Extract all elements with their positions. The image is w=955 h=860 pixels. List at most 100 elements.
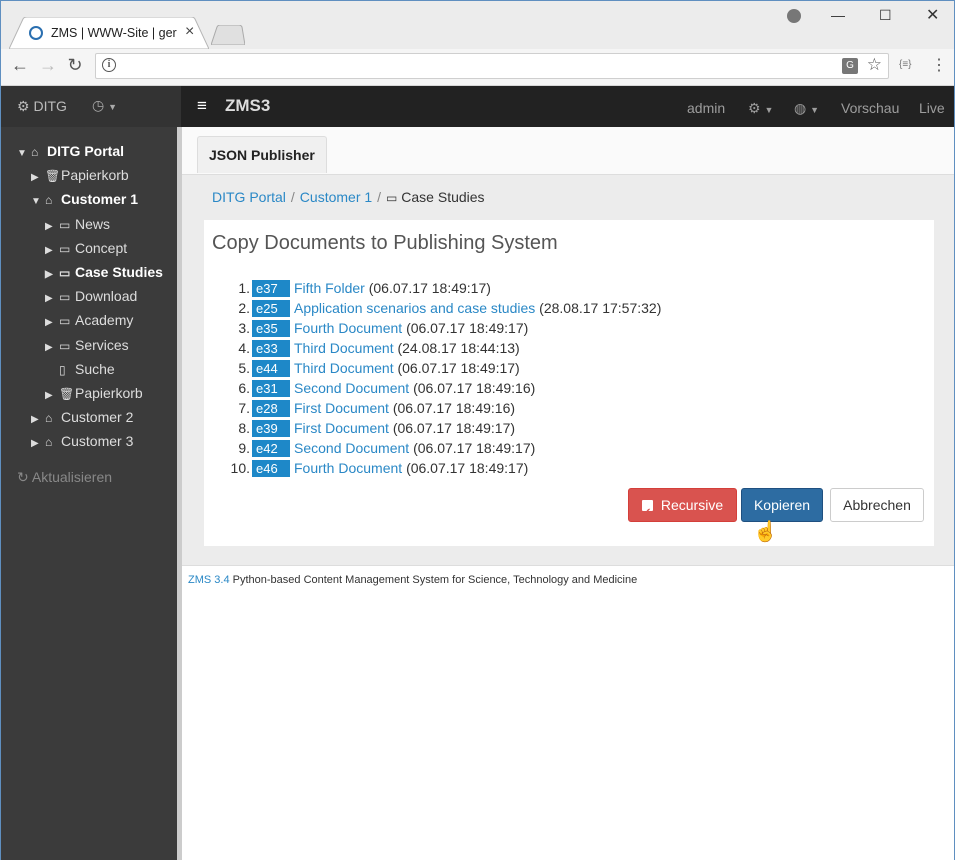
extension-icon[interactable]: {≡}	[899, 59, 912, 70]
document-date: (06.07.17 18:49:17)	[413, 440, 536, 456]
caret-right-icon[interactable]: ▶	[45, 221, 59, 232]
address-bar[interactable]: i G ☆	[95, 53, 889, 79]
bookmark-star-icon[interactable]: ☆	[867, 55, 882, 75]
new-tab-button[interactable]	[211, 25, 245, 45]
preview-link[interactable]: Vorschau	[841, 100, 899, 116]
tab-title: ZMS | WWW-Site | ger	[51, 26, 177, 40]
footer-text: ZMS 3.4 Python-based Content Management …	[188, 574, 637, 586]
caret-down-icon[interactable]: ▼	[31, 196, 45, 207]
document-link[interactable]: Second Document	[294, 380, 409, 396]
close-tab-icon[interactable]: ×	[185, 23, 194, 41]
recursive-toggle-button[interactable]: Recursive	[628, 488, 737, 529]
caret-down-icon: ▼	[764, 105, 774, 115]
title-bar: ZMS | WWW-Site | ger × — ☐ ✕	[1, 1, 954, 49]
document-link[interactable]: Fourth Document	[294, 460, 402, 476]
folder-icon: ▭	[59, 339, 71, 353]
caret-right-icon[interactable]: ▶	[45, 317, 59, 328]
list-item: 2. e25 Application scenarios and case stud…	[224, 300, 661, 320]
document-link[interactable]: Application scenarios and case studies	[294, 300, 535, 316]
breadcrumb-parent-link[interactable]: Customer 1	[300, 189, 372, 205]
caret-right-icon[interactable]: ▶	[45, 342, 59, 353]
zms-favicon-icon	[29, 26, 43, 40]
caret-right-icon[interactable]: ▶	[31, 414, 45, 425]
site-brand[interactable]: ⚙ DITG	[17, 98, 67, 115]
tree-item-label: Customer 3	[61, 433, 134, 449]
cancel-button[interactable]: Abbrechen	[830, 488, 924, 522]
caret-right-icon[interactable]: ▶	[45, 390, 59, 401]
id-badge: e33	[252, 340, 290, 357]
clock-icon: ◷	[92, 97, 105, 113]
refresh-link[interactable]: ↻ Aktualisieren	[17, 469, 112, 486]
document-date: (06.07.17 18:49:17)	[368, 280, 491, 296]
id-badge: e35	[252, 320, 290, 337]
tree-item-ditg-portal[interactable]: ▼ ⌂ DITG Portal	[17, 143, 124, 165]
tree-item-label: Suche	[75, 361, 115, 377]
tree-item-papierkorb-2[interactable]: ▶ 🗑Papierkorb	[45, 385, 143, 407]
hand-pointer-cursor-icon: ☝	[753, 521, 778, 543]
list-item: 9. e42 Second Document (06.07.17 18:49:17)	[224, 440, 661, 460]
document-link[interactable]: First Document	[294, 420, 389, 436]
menu-toggle-icon[interactable]: ≡	[197, 96, 207, 116]
tree-item-case-studies[interactable]: ▶ ▭ Case Studies	[45, 264, 163, 286]
tree-item-customer-3[interactable]: ▶ ⌂ Customer 3	[31, 433, 133, 455]
tree-item-news[interactable]: ▶ ▭ News	[45, 216, 110, 238]
footer-description: Python-based Content Management System f…	[232, 574, 638, 586]
tree-item-customer-2[interactable]: ▶ ⌂ Customer 2	[31, 409, 133, 431]
document-link[interactable]: Third Document	[294, 360, 394, 376]
main-content: JSON Publisher DITG Portal / Customer 1/▭ …	[182, 127, 954, 860]
minimize-icon[interactable]: —	[831, 7, 845, 23]
tree-item-label: Services	[75, 337, 129, 353]
document-link[interactable]: Fourth Document	[294, 320, 402, 336]
language-dropdown[interactable]: ◍ ▼	[794, 100, 819, 117]
folder-icon: ▭	[59, 290, 71, 304]
tree-item-concept[interactable]: ▶ ▭ Concept	[45, 240, 127, 262]
tree-item-papierkorb[interactable]: ▶ 🗑Papierkorb	[31, 167, 129, 189]
caret-right-icon[interactable]: ▶	[45, 269, 59, 280]
caret-down-icon[interactable]: ▼	[17, 148, 31, 159]
back-icon[interactable]: ←	[8, 55, 32, 76]
list-item: 1. e37 Fifth Folder (06.07.17 18:49:17)	[224, 280, 661, 300]
list-item: 7. e28 First Document (06.07.17 18:49:16)	[224, 400, 661, 420]
tree-item-suche[interactable]: ▯ Suche	[59, 361, 115, 383]
tree-item-services[interactable]: ▶ ▭ Services	[45, 337, 129, 359]
document-link[interactable]: First Document	[294, 400, 389, 416]
tab-json-publisher[interactable]: JSON Publisher	[197, 136, 327, 173]
caret-down-icon: ▼	[108, 102, 118, 112]
settings-dropdown[interactable]: ⚙ ▼	[748, 100, 773, 117]
info-icon[interactable]: i	[102, 58, 116, 72]
translate-icon[interactable]: G	[842, 58, 858, 74]
copy-button[interactable]: Kopieren	[741, 488, 823, 522]
footer: ZMS 3.4 Python-based Content Management …	[182, 565, 954, 594]
account-icon[interactable]	[787, 9, 801, 23]
caret-right-icon[interactable]: ▶	[45, 245, 59, 256]
caret-right-icon[interactable]: ▶	[45, 293, 59, 304]
checkbox-checked-icon	[641, 497, 653, 529]
item-number: 1.	[238, 280, 250, 296]
live-link[interactable]: Live	[919, 100, 945, 116]
browser-tab[interactable]: ZMS | WWW-Site | ger ×	[9, 17, 209, 49]
close-window-icon[interactable]: ✕	[926, 5, 939, 25]
version-link[interactable]: ZMS 3.4	[188, 574, 230, 586]
tree-item-label: News	[75, 216, 111, 232]
id-badge: e31	[252, 380, 290, 397]
app-brand[interactable]: ZMS3	[225, 96, 270, 116]
history-dropdown[interactable]: ◷ ▼	[92, 97, 117, 114]
tree-item-academy[interactable]: ▶ ▭ Academy	[45, 312, 133, 334]
caret-right-icon[interactable]: ▶	[31, 438, 45, 449]
list-item: 4. e33 Third Document (24.08.17 18:44:13)	[224, 340, 661, 360]
tree-item-customer-1[interactable]: ▼ ⌂ Customer 1	[31, 191, 138, 213]
document-link[interactable]: Third Document	[294, 340, 394, 356]
more-menu-icon[interactable]: ⋮	[931, 55, 947, 75]
document-link[interactable]: Fifth Folder	[294, 280, 365, 296]
user-menu[interactable]: admin	[687, 100, 725, 116]
content-body: DITG Portal / Customer 1/▭ Case Studies Co…	[182, 175, 954, 565]
home-icon: ⌂	[45, 411, 53, 425]
tree-item-label: DITG Portal	[47, 143, 125, 159]
forward-icon[interactable]: →	[36, 55, 60, 76]
document-link[interactable]: Second Document	[294, 440, 409, 456]
maximize-icon[interactable]: ☐	[879, 7, 892, 24]
breadcrumb-root-link[interactable]: DITG Portal	[212, 189, 286, 205]
caret-right-icon[interactable]: ▶	[31, 172, 45, 183]
reload-icon[interactable]: ↻	[63, 55, 87, 76]
tree-item-download[interactable]: ▶ ▭ Download	[45, 288, 137, 310]
